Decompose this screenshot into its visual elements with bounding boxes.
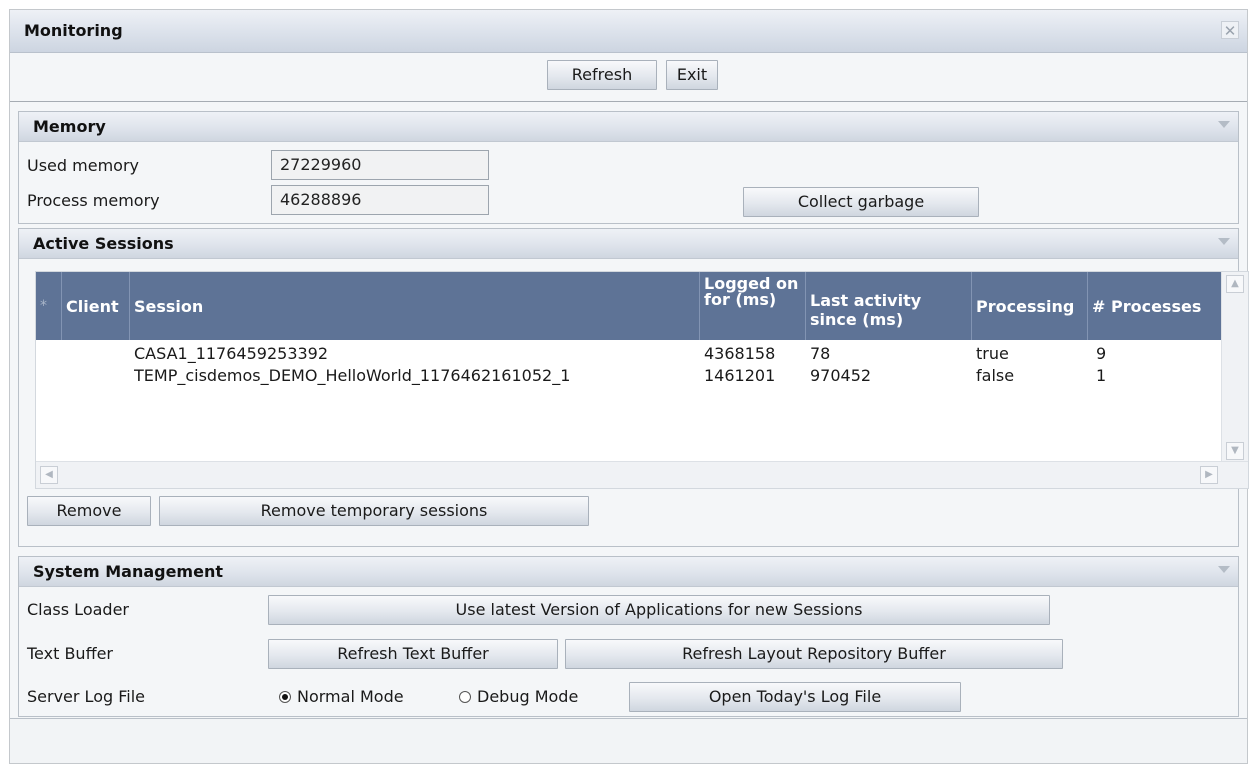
radio-unselected-icon[interactable] [459,690,471,703]
last-activity-cell: 78 [810,344,831,363]
remove-temporary-sessions-button[interactable]: Remove temporary sessions [159,496,589,526]
use-latest-version-button[interactable]: Use latest Version of Applications for n… [268,595,1050,625]
logged-on-cell: 1461201 [704,366,776,385]
debug-mode-radio[interactable]: Debug Mode [459,687,578,706]
column-header-last-activity[interactable]: Last activity since (ms) [806,272,972,340]
column-header-client[interactable]: Client [62,272,130,340]
refresh-text-buffer-button[interactable]: Refresh Text Buffer [268,639,558,669]
remove-button[interactable]: Remove [27,496,151,526]
grid-header: * Client Session Logged on for (ms) Last… [36,272,1224,340]
chevron-down-icon[interactable] [1218,566,1230,573]
processes-cell: 1 [1096,366,1107,385]
process-memory-label: Process memory [27,191,160,210]
processes-cell: 9 [1096,344,1107,363]
exit-button[interactable]: Exit [666,60,718,90]
title-bar: Monitoring ✕ [10,10,1247,53]
status-bar [10,718,1247,763]
normal-mode-radio[interactable]: Normal Mode [279,687,404,706]
monitoring-window: Monitoring ✕ Refresh Exit Memory Used me… [9,9,1249,764]
memory-section-title: Memory [33,117,106,136]
memory-section: Memory Used memory 27229960 Process memo… [18,111,1239,224]
logged-on-cell: 4368158 [704,344,776,363]
close-icon[interactable]: ✕ [1221,21,1239,40]
last-activity-cell: 970452 [810,366,872,385]
used-memory-field: 27229960 [271,150,489,180]
system-section-title: System Management [33,562,223,581]
select-all-column-header[interactable]: * [36,272,62,340]
arrow-right-icon[interactable]: ▶ [1200,466,1218,484]
sessions-grid: * Client Session Logged on for (ms) Last… [35,271,1249,489]
column-header-processing[interactable]: Processing [972,272,1088,340]
arrow-left-icon[interactable]: ◀ [40,466,58,484]
arrow-up-icon[interactable]: ▲ [1226,275,1244,293]
active-sessions-section: Active Sessions * Client Session Logged … [18,228,1249,547]
vertical-scrollbar[interactable]: ▲ ▼ [1221,272,1248,462]
refresh-layout-repository-button[interactable]: Refresh Layout Repository Buffer [565,639,1063,669]
column-header-processes[interactable]: # Processes [1088,272,1224,340]
toolbar-divider [10,101,1247,102]
text-buffer-label: Text Buffer [27,644,114,663]
process-memory-field: 46288896 [271,185,489,215]
normal-mode-label: Normal Mode [297,687,404,706]
processing-cell: true [976,344,1009,363]
debug-mode-label: Debug Mode [477,687,579,706]
memory-section-header[interactable]: Memory [19,112,1238,142]
system-section-header[interactable]: System Management [19,557,1238,587]
sessions-section-title: Active Sessions [33,234,174,253]
horizontal-scrollbar[interactable]: ◀ ▶ [36,461,1248,488]
used-memory-label: Used memory [27,156,139,175]
sessions-section-header[interactable]: Active Sessions [19,229,1238,259]
collect-garbage-button[interactable]: Collect garbage [743,187,979,217]
chevron-down-icon[interactable] [1218,238,1230,245]
server-log-file-label: Server Log File [27,687,145,706]
column-header-logged-on[interactable]: Logged on for (ms) [700,272,806,340]
window-title: Monitoring [24,21,123,40]
radio-selected-icon[interactable] [279,690,291,703]
processing-cell: false [976,366,1015,385]
arrow-down-icon[interactable]: ▼ [1226,442,1244,460]
refresh-button[interactable]: Refresh [547,60,657,90]
class-loader-label: Class Loader [27,600,129,619]
column-header-session[interactable]: Session [130,272,700,340]
system-management-section: System Management Class Loader Use lates… [18,556,1239,717]
session-cell: TEMP_cisdemos_DEMO_HelloWorld_1176462161… [134,366,571,385]
open-todays-log-file-button[interactable]: Open Today's Log File [629,682,961,712]
session-cell: CASA1_1176459253392 [134,344,329,363]
chevron-down-icon[interactable] [1218,121,1230,128]
